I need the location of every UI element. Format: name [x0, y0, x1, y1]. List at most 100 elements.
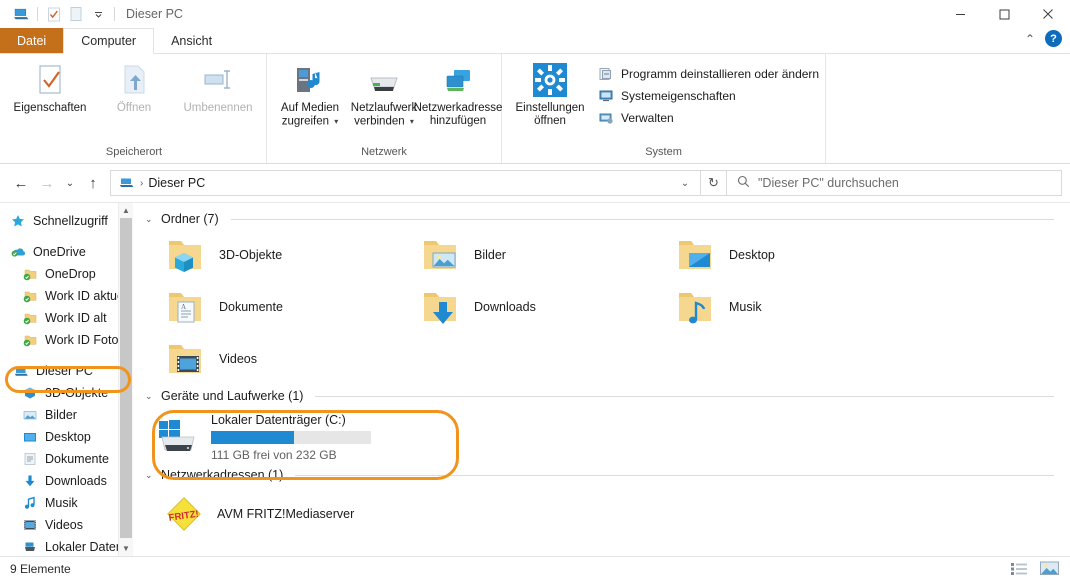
verwalten-button[interactable]: Verwalten [598, 110, 819, 126]
customize-qat-caret-icon[interactable] [87, 3, 109, 25]
sidebar-item-downloads[interactable]: Downloads [0, 470, 133, 492]
auf-medien-zugreifen-button[interactable]: Auf Medien zugreifen ▾ [273, 58, 347, 129]
netzwerkadresse-hinzufuegen-button[interactable]: Netzwerkadresse hinzufügen [414, 58, 502, 128]
tab-computer[interactable]: Computer [63, 28, 155, 54]
netzwerk-items: Auf Medien zugreifen ▾ Netzlaufwerk verb… [273, 58, 502, 142]
drive-capacity-fill [211, 430, 295, 444]
sidebar-item-musik[interactable]: Musik [0, 492, 133, 514]
section-header-netzwerkadressen[interactable]: ⌄ Netzwerkadressen (1) [133, 466, 1070, 485]
sidebar-item-bilder[interactable]: Bilder [0, 404, 133, 426]
folder-documents-icon: A [163, 285, 207, 329]
folder-tile[interactable]: 3D-Objekte [153, 229, 408, 281]
folder-tile[interactable]: Desktop [663, 229, 918, 281]
folder-tile[interactable]: Videos [153, 333, 408, 385]
sidebar-item-lokaler-datentraeger[interactable]: Lokaler Datenträ [0, 536, 133, 556]
tab-ansicht[interactable]: Ansicht [154, 28, 229, 54]
address-dropdown-icon[interactable]: ⌄ [674, 171, 696, 195]
sidebar-item-videos[interactable]: Videos [0, 514, 133, 536]
search-box[interactable]: "Dieser PC" durchsuchen [727, 170, 1062, 196]
oeffnen-label: Öffnen [116, 102, 152, 114]
forward-button[interactable]: → [34, 170, 60, 196]
section-title: Netzwerkadressen (1) [161, 468, 284, 482]
netzlaufwerk-verbinden-button[interactable]: Netzlaufwerk verbinden ▾ [347, 58, 421, 129]
eigenschaften-label: Eigenschaften [13, 102, 87, 114]
chevron-down-icon[interactable]: ⌄ [145, 391, 155, 402]
address-bar[interactable]: › Dieser PC ⌄ [110, 170, 701, 196]
details-view-button[interactable] [1008, 560, 1030, 578]
scrollbar-thumb[interactable] [120, 218, 132, 538]
folder-downloads-icon [418, 285, 462, 329]
chevron-down-icon[interactable]: ▾ [334, 117, 338, 126]
svg-text:A: A [181, 303, 186, 311]
netzlaufwerk-text: Netzlaufwerk verbinden [350, 102, 418, 128]
maximize-button[interactable] [982, 0, 1026, 28]
network-location-item[interactable]: FRITZ! AVM FRITZ!Mediaserver [133, 485, 1070, 535]
folder-desktop-icon [673, 233, 717, 277]
einstellungen-oeffnen-button[interactable]: Einstellungen öffnen [508, 58, 592, 128]
section-header-ordner[interactable]: ⌄ Ordner (7) [133, 203, 1070, 229]
properties-icon[interactable] [43, 3, 65, 25]
scroll-down-icon[interactable]: ▼ [119, 541, 133, 556]
drive-tile-c[interactable]: Lokaler Datenträger (C:) 111 GB frei von… [139, 406, 409, 466]
folder-tile[interactable]: Musik [663, 281, 918, 333]
windows-drive-icon [153, 414, 201, 458]
new-folder-icon[interactable] [65, 3, 87, 25]
ribbon-group-system: Einstellungen öffnen Programm deinstalli… [502, 54, 827, 163]
sidebar-item-onedrive[interactable]: OneDrive [0, 241, 133, 263]
sidebar-item-3d-objekte[interactable]: 3D-Objekte [0, 382, 133, 404]
folder-label: Downloads [474, 300, 536, 314]
breadcrumb-current[interactable]: Dieser PC [148, 176, 205, 190]
folder-label: Desktop [729, 248, 775, 262]
back-button[interactable]: ← [8, 170, 34, 196]
sidebar-item-work-id-alt[interactable]: Work ID alt [0, 307, 133, 329]
sidebar-item-onedrop[interactable]: OneDrop [0, 263, 133, 285]
large-icons-view-button[interactable] [1038, 560, 1060, 578]
chevron-up-icon[interactable]: ⌃ [1025, 32, 1035, 46]
folder-videos-icon [163, 337, 207, 381]
folder-tile[interactable]: Bilder [408, 229, 663, 281]
umbenennen-button[interactable]: Umbenennen [176, 58, 260, 115]
sidebar-label: OneDrop [45, 267, 96, 281]
sidebar-item-work-id-fotos[interactable]: Work ID Fotos [0, 329, 133, 351]
systemeigenschaften-button[interactable]: Systemeigenschaften [598, 88, 819, 104]
sidebar-label: 3D-Objekte [45, 386, 109, 400]
section-header-geraete[interactable]: ⌄ Geräte und Laufwerke (1) [133, 385, 1070, 406]
navigation-pane: Schnellzugriff OneDrive OneDrop Work ID … [0, 203, 133, 556]
address-toolbar: ← → ⌄ ↑ › Dieser PC ⌄ ↻ "Dieser PC" durc… [0, 164, 1070, 202]
sidebar-item-desktop[interactable]: Desktop [0, 426, 133, 448]
folder-label: Bilder [474, 248, 506, 262]
sidebar-item-dokumente[interactable]: Dokumente [0, 448, 133, 470]
sidebar-item-work-id-aktuell[interactable]: Work ID aktuell [0, 285, 133, 307]
tab-datei[interactable]: Datei [0, 28, 64, 54]
refresh-button[interactable]: ↻ [701, 170, 727, 196]
scroll-up-icon[interactable]: ▲ [119, 203, 133, 218]
folder-pictures-icon [418, 233, 462, 277]
fritz-icon: FRITZ! [163, 493, 205, 535]
properties-icon [35, 64, 65, 98]
address-bar-right: ⌄ [674, 171, 696, 195]
sidebar-item-dieser-pc[interactable]: Dieser PC [0, 360, 133, 382]
minimize-button[interactable] [938, 0, 982, 28]
netzlaufwerk-verbinden-label: Netzlaufwerk verbinden ▾ [347, 102, 421, 129]
sidebar-scrollbar[interactable]: ▲ ▼ [118, 203, 133, 556]
chevron-down-icon[interactable]: ⌄ [145, 470, 155, 481]
item-count: 9 Elemente [10, 561, 71, 576]
status-bar: 9 Elemente [0, 556, 1070, 580]
up-button[interactable]: ↑ [80, 170, 106, 196]
folder-label: Videos [219, 352, 257, 366]
folder-tile[interactable]: A Dokumente [153, 281, 408, 333]
folder-tile[interactable]: Downloads [408, 281, 663, 333]
sidebar-item-schnellzugriff[interactable]: Schnellzugriff [0, 210, 133, 232]
this-pc-icon [118, 175, 135, 192]
verwalten-label: Verwalten [621, 111, 674, 125]
speicherort-group-label: Speicherort [105, 146, 163, 158]
sidebar-label: Work ID aktuell [45, 289, 130, 303]
close-button[interactable] [1026, 0, 1070, 28]
oeffnen-button[interactable]: Öffnen [92, 58, 176, 115]
folder-music-icon [673, 285, 717, 329]
eigenschaften-button[interactable]: Eigenschaften [8, 58, 92, 115]
chevron-down-icon[interactable]: ⌄ [145, 214, 155, 225]
help-icon[interactable]: ? [1045, 30, 1062, 47]
recent-locations-button[interactable]: ⌄ [60, 170, 80, 196]
programm-deinstallieren-button[interactable]: Programm deinstallieren oder ändern [598, 66, 819, 82]
